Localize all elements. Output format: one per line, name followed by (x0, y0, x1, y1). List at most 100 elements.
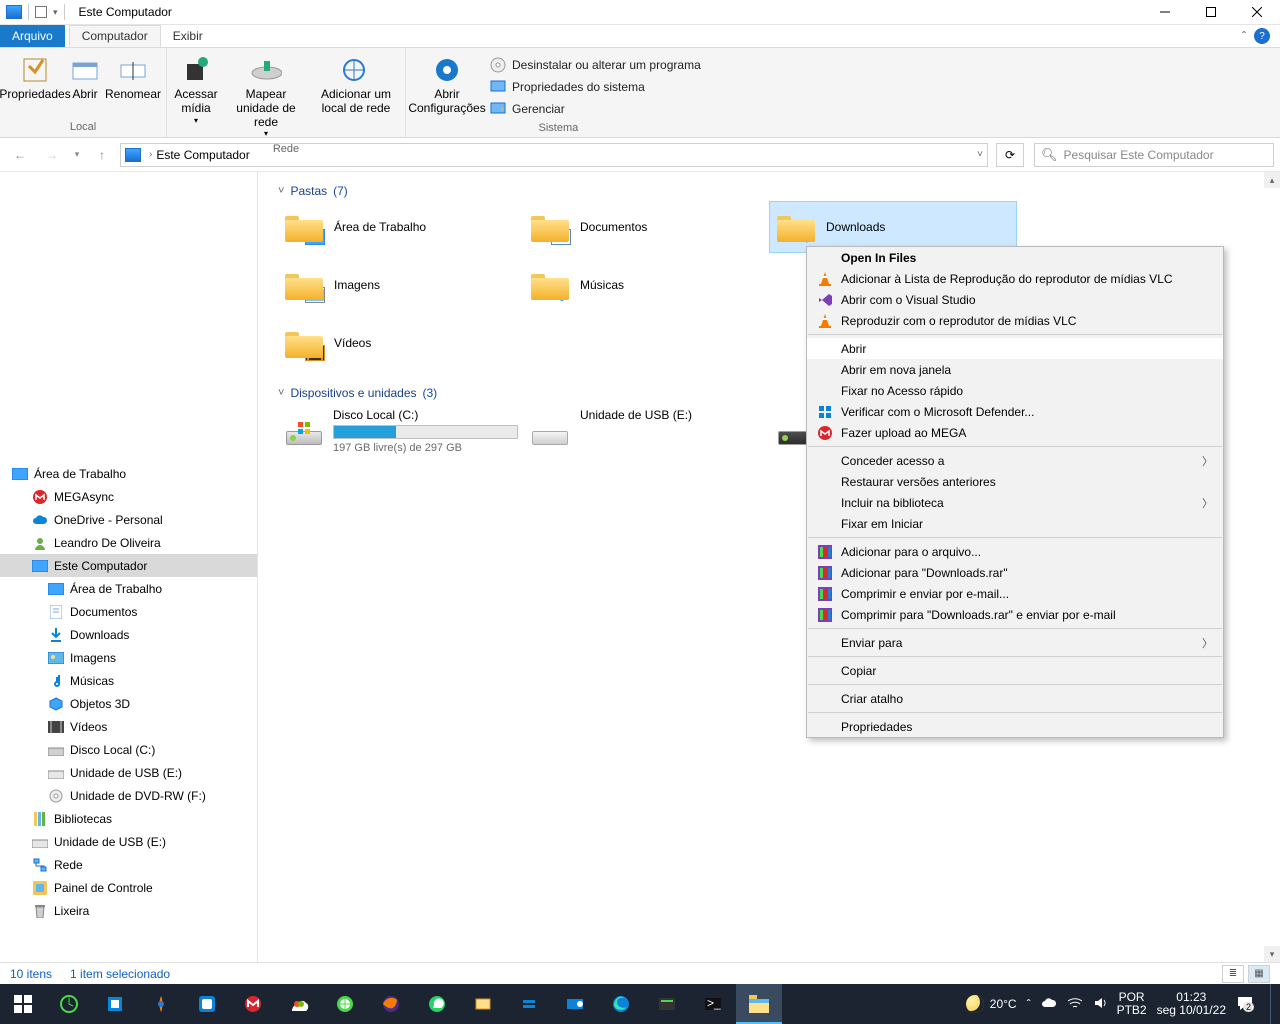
tree-dvd[interactable]: Unidade de DVD-RW (F:) (0, 784, 257, 807)
taskbar-app-14[interactable] (644, 984, 690, 1024)
drive-local-c[interactable]: Disco Local (C:) 197 GB livre(s) de 297 … (278, 404, 524, 458)
chevron-right-icon[interactable]: › (149, 149, 152, 160)
tray-clock[interactable]: 01:23seg 10/01/22 (1157, 991, 1226, 1017)
minimize-button[interactable] (1142, 0, 1188, 25)
tray-wifi-icon[interactable] (1067, 997, 1083, 1012)
collapse-ribbon-icon[interactable]: ˆ (1242, 29, 1246, 43)
tree-local-disk[interactable]: Disco Local (C:) (0, 738, 257, 761)
tree-downloads[interactable]: Downloads (0, 623, 257, 646)
uninstall-program-link[interactable]: Desinstalar ou alterar um programa (484, 54, 707, 76)
tree-control-panel[interactable]: Painel de Controle (0, 876, 257, 899)
drive-usb-e[interactable]: Unidade de USB (E:) (524, 404, 770, 458)
tab-view[interactable]: Exibir (161, 25, 215, 47)
taskbar-edge[interactable] (598, 984, 644, 1024)
system-properties-link[interactable]: Propriedades do sistema (484, 76, 707, 98)
details-view-button[interactable]: ≣ (1222, 965, 1244, 983)
breadcrumb-location[interactable]: Este Computador (156, 148, 249, 162)
properties-button[interactable]: Propriedades (4, 52, 66, 104)
scroll-up-icon[interactable]: ▴ (1264, 172, 1280, 188)
ctx-create-shortcut[interactable]: Criar atalho (807, 688, 1223, 709)
add-network-location-button[interactable]: Adicionar um local de rede (311, 52, 401, 118)
tab-file[interactable]: Arquivo (0, 25, 65, 47)
search-input[interactable]: 🔍︎ Pesquisar Este Computador (1034, 143, 1274, 167)
ctx-vlc-add[interactable]: Adicionar à Lista de Reprodução do repro… (807, 268, 1223, 289)
tree-pictures[interactable]: Imagens (0, 646, 257, 669)
taskbar-app-5[interactable] (230, 984, 276, 1024)
ctx-open-in-files[interactable]: Open In Files (807, 247, 1223, 268)
taskbar-app-11[interactable] (506, 984, 552, 1024)
tree-this-pc[interactable]: Este Computador (0, 554, 257, 577)
folder-downloads[interactable]: Downloads (770, 202, 1016, 252)
taskbar-firefox[interactable] (368, 984, 414, 1024)
ctx-rar-email[interactable]: Comprimir e enviar por e-mail... (807, 583, 1223, 604)
ctx-mega-upload[interactable]: Fazer upload ao MEGA (807, 422, 1223, 443)
qat-dropdown-icon[interactable]: ▾ (53, 7, 58, 18)
folder-pictures[interactable]: Imagens (278, 260, 524, 310)
taskbar-app-15[interactable]: >_ (690, 984, 736, 1024)
tree-libraries[interactable]: Bibliotecas (0, 807, 257, 830)
ctx-restore-versions[interactable]: Restaurar versões anteriores (807, 471, 1223, 492)
scroll-down-icon[interactable]: ▾ (1264, 946, 1280, 962)
tree-recycle-bin[interactable]: Lixeira (0, 899, 257, 922)
taskbar-app-7[interactable] (322, 984, 368, 1024)
back-button[interactable]: ← (6, 141, 34, 169)
close-button[interactable] (1234, 0, 1280, 25)
tree-user[interactable]: Leandro De Oliveira (0, 531, 257, 554)
tray-overflow-icon[interactable]: ˆ (1027, 997, 1031, 1011)
taskbar-explorer[interactable] (736, 984, 782, 1024)
ctx-copy[interactable]: Copiar (807, 660, 1223, 681)
tray-volume-icon[interactable] (1093, 996, 1107, 1013)
breadcrumb-dropdown-icon[interactable]: ˅ (977, 149, 983, 160)
weather-widget[interactable]: 20°C (966, 995, 1017, 1013)
tray-onedrive-icon[interactable] (1041, 997, 1057, 1012)
ctx-vlc-play[interactable]: Reproduzir com o reprodutor de mídias VL… (807, 310, 1223, 331)
icons-view-button[interactable]: ▦ (1248, 965, 1270, 983)
ctx-pin-quick[interactable]: Fixar no Acesso rápido (807, 380, 1223, 401)
start-button[interactable] (0, 984, 46, 1024)
folder-videos[interactable]: Vídeos (278, 318, 524, 368)
tray-language[interactable]: PORPTB2 (1117, 991, 1147, 1017)
taskbar-app-4[interactable] (184, 984, 230, 1024)
open-settings-button[interactable]: Abrir Configurações (410, 52, 484, 118)
map-drive-button[interactable]: Mapear unidade de rede▾ (221, 52, 311, 141)
tree-onedrive[interactable]: OneDrive - Personal (0, 508, 257, 531)
taskbar-app-12[interactable] (552, 984, 598, 1024)
maximize-button[interactable] (1188, 0, 1234, 25)
refresh-button[interactable]: ⟳ (996, 143, 1024, 167)
taskbar-app-2[interactable] (92, 984, 138, 1024)
tree-usb-2[interactable]: Unidade de USB (E:) (0, 830, 257, 853)
folder-desktop[interactable]: Área de Trabalho (278, 202, 524, 252)
breadcrumb[interactable]: › Este Computador ˅ (120, 143, 988, 167)
tree-documents[interactable]: Documentos (0, 600, 257, 623)
ctx-send-to[interactable]: Enviar para〉 (807, 632, 1223, 653)
tree-3dobjects[interactable]: Objetos 3D (0, 692, 257, 715)
ctx-pin-start[interactable]: Fixar em Iniciar (807, 513, 1223, 534)
ctx-include-library[interactable]: Incluir na biblioteca〉 (807, 492, 1223, 513)
manage-link[interactable]: Gerenciar (484, 98, 707, 120)
ctx-grant-access[interactable]: Conceder acesso a〉 (807, 450, 1223, 471)
rename-button[interactable]: Renomear (104, 52, 162, 104)
taskbar-app-6[interactable] (276, 984, 322, 1024)
ctx-open[interactable]: Abrir (807, 338, 1223, 359)
taskbar-app-10[interactable] (460, 984, 506, 1024)
ctx-defender[interactable]: Verificar com o Microsoft Defender... (807, 401, 1223, 422)
taskbar-whatsapp[interactable] (414, 984, 460, 1024)
help-icon[interactable]: ? (1254, 28, 1270, 44)
tree-network[interactable]: Rede (0, 853, 257, 876)
ctx-rar-email-name[interactable]: Comprimir para "Downloads.rar" e enviar … (807, 604, 1223, 625)
folders-header[interactable]: ˅ Pastas (7) (278, 184, 1264, 198)
ctx-properties[interactable]: Propriedades (807, 716, 1223, 737)
ctx-rar-add[interactable]: Adicionar para o arquivo... (807, 541, 1223, 562)
tray-notifications[interactable]: 2 (1236, 995, 1254, 1014)
tree-usb[interactable]: Unidade de USB (E:) (0, 761, 257, 784)
tree-pc-desktop[interactable]: Área de Trabalho (0, 577, 257, 600)
recent-dropdown[interactable]: ▾ (70, 141, 84, 169)
ctx-open-new-window[interactable]: Abrir em nova janela (807, 359, 1223, 380)
taskbar-app-1[interactable] (46, 984, 92, 1024)
tree-megasync[interactable]: MEGAsync (0, 485, 257, 508)
open-button[interactable]: Abrir (66, 52, 104, 104)
forward-button[interactable]: → (38, 141, 66, 169)
ctx-open-vs[interactable]: Abrir com o Visual Studio (807, 289, 1223, 310)
taskbar-app-3[interactable] (138, 984, 184, 1024)
up-button[interactable]: ↑ (88, 141, 116, 169)
